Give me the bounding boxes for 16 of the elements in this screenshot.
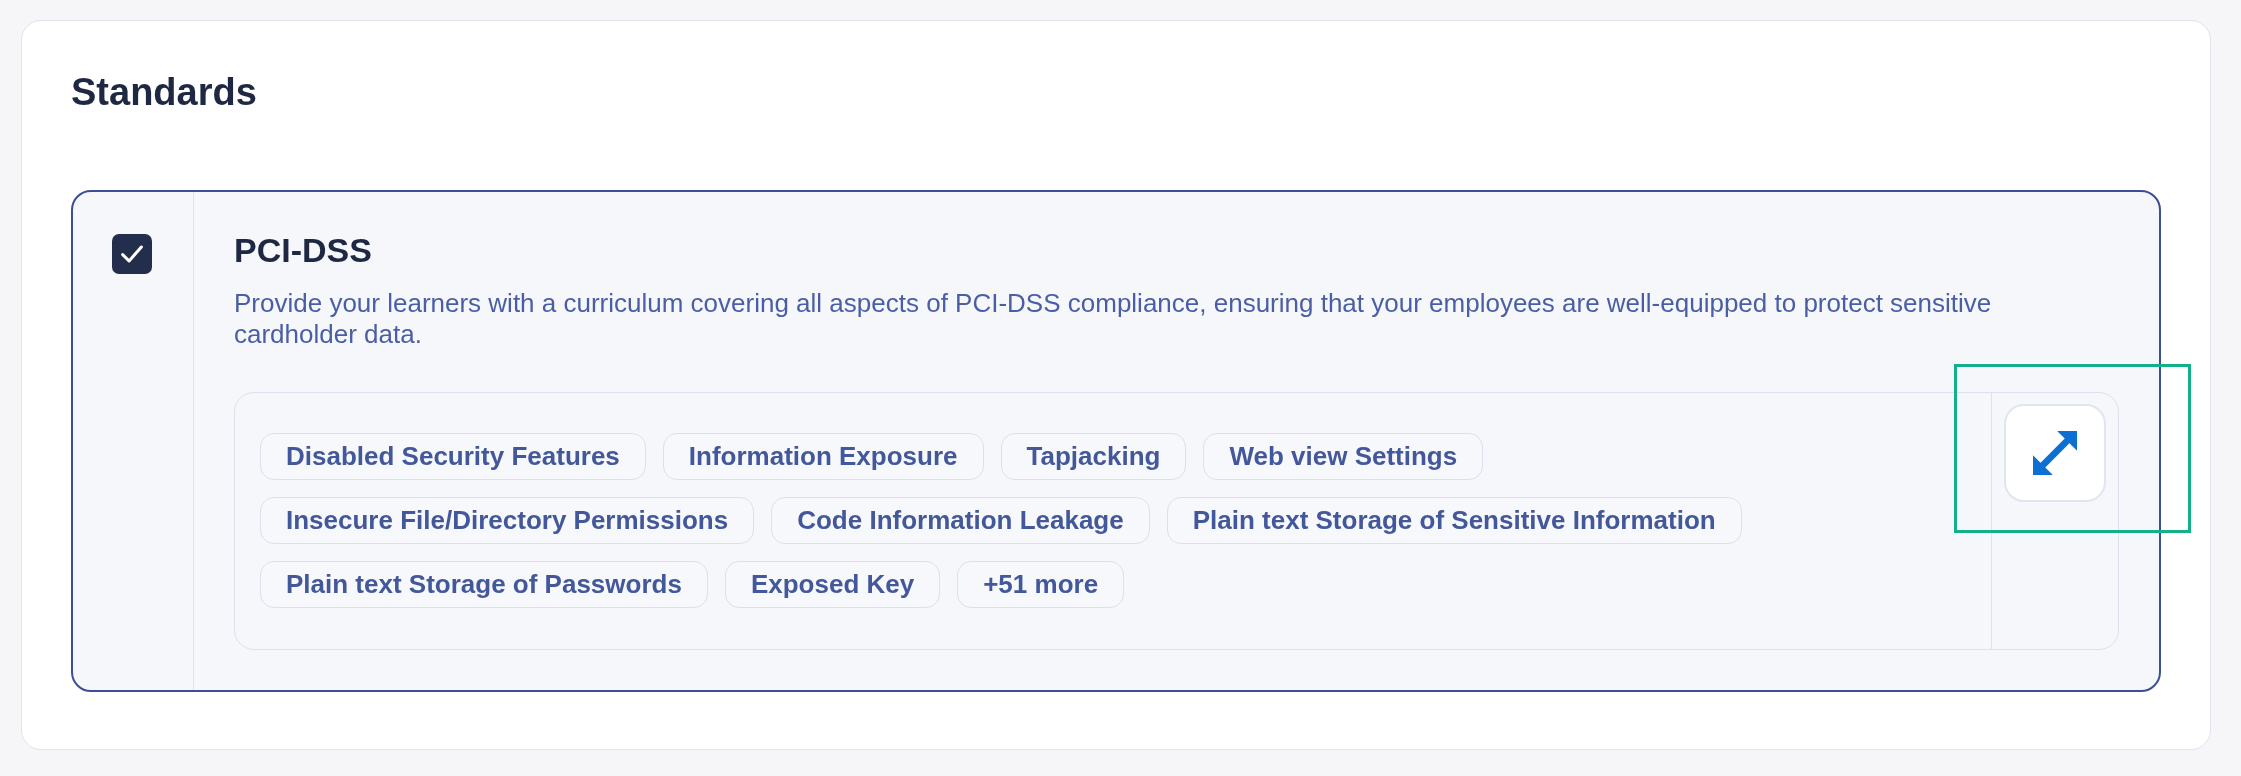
more-tags-button[interactable]: +51 more [957,561,1125,608]
tag: Insecure File/Directory Permissions [260,497,755,544]
standard-description: Provide your learners with a curriculum covering all aspects of PCI-DSS compliance, ensuring that your employees are well-equipped to protect sensitive cardholder data. [234,288,1993,350]
tag: Code Information Leakage [771,497,1150,544]
tag: Plain text Storage of Sensitive Information [1166,497,1742,544]
tag: Information Exposure [662,433,984,480]
tag: Plain text Storage of Passwords [260,561,708,608]
expand-button[interactable] [2004,404,2106,502]
standard-title: PCI-DSS [234,230,373,270]
checkbox[interactable] [112,234,152,274]
tag: Disabled Security Features [260,433,646,480]
tag: Exposed Key [724,561,941,608]
diagonal-double-arrow-icon [2033,431,2077,475]
section-title: Standards [71,70,258,115]
tag: Web view Settings [1203,433,1484,480]
tag: Tapjacking [1000,433,1187,480]
